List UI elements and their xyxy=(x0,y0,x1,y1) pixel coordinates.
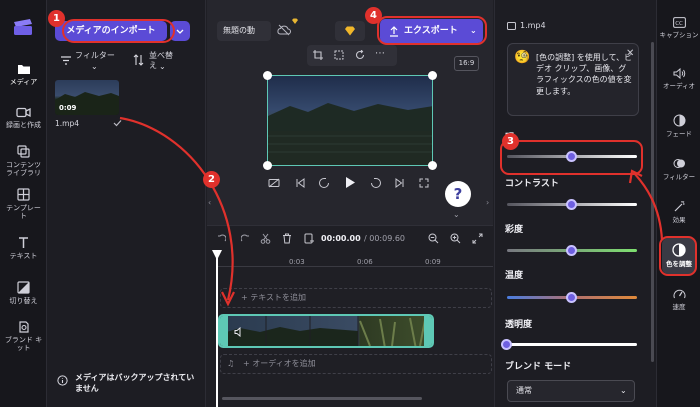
step-badge-4: 4 xyxy=(365,7,382,24)
annotation-arrows xyxy=(119,116,664,307)
step-badge-2: 2 xyxy=(203,171,220,188)
step-badge-1: 1 xyxy=(48,10,65,27)
step-badge-3: 3 xyxy=(502,133,519,150)
